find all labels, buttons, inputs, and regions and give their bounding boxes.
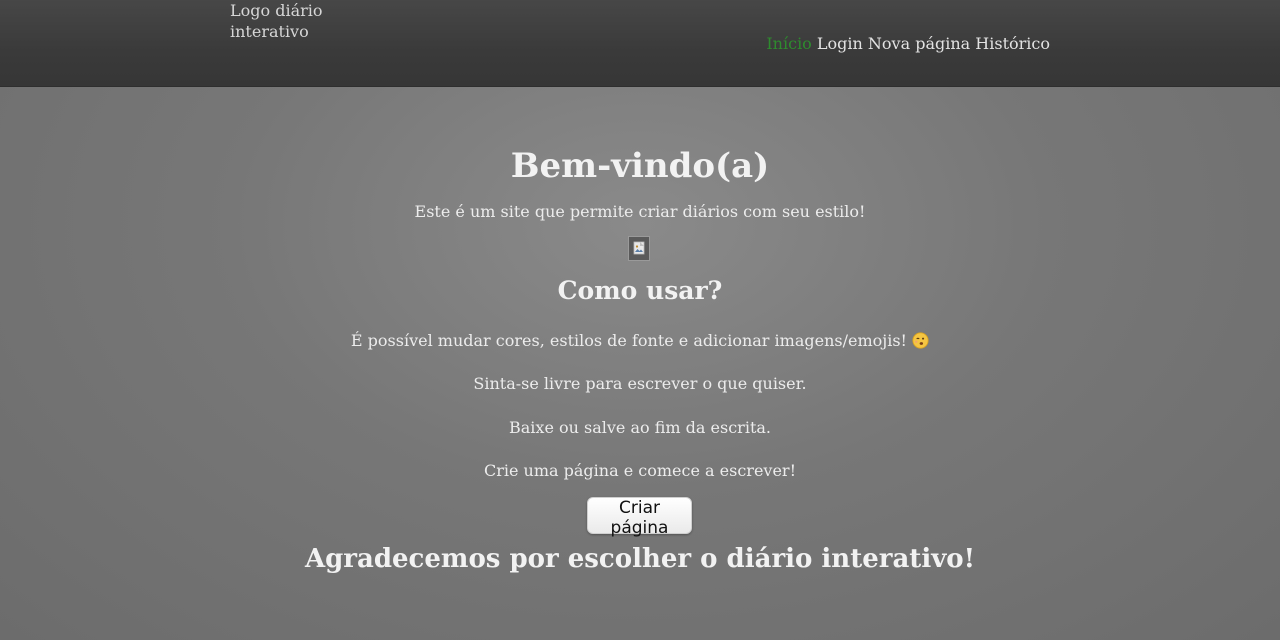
create-page-button[interactable]: Criar página <box>587 497 692 538</box>
step-paragraph-4: Crie uma página e comece a escrever! <box>483 461 796 480</box>
intro-text: Este é um site que permite criar diários… <box>414 202 866 221</box>
logo-placeholder[interactable]: Logo diário interativo <box>230 0 350 42</box>
step-paragraph-2: Sinta-se livre para escrever o que quise… <box>473 374 807 393</box>
thanks-heading: Agradecemos por escolher o diário intera… <box>304 544 976 574</box>
step-paragraph-1: É possível mudar cores, estilos de fonte… <box>0 331 1280 351</box>
step-paragraph-3: Baixe ou salve ao fim da escrita. <box>509 418 771 437</box>
winking-face-emoji-icon <box>912 332 929 349</box>
nav-link-login[interactable]: Login <box>817 34 863 53</box>
nav-link-inicio[interactable]: Início <box>766 34 811 53</box>
broken-image-icon <box>628 236 650 261</box>
site-header: Logo diário interativo Início Login Nova… <box>0 0 1280 87</box>
step-text-1: É possível mudar cores, estilos de fonte… <box>350 331 907 350</box>
nav-link-historico[interactable]: Histórico <box>975 34 1050 53</box>
nav-link-nova-pagina[interactable]: Nova página <box>868 34 970 53</box>
how-to-use-heading: Como usar? <box>557 276 723 305</box>
main-nav: Início Login Nova página Histórico <box>766 33 1050 54</box>
page-title: Bem-vindo(a) <box>510 146 770 186</box>
